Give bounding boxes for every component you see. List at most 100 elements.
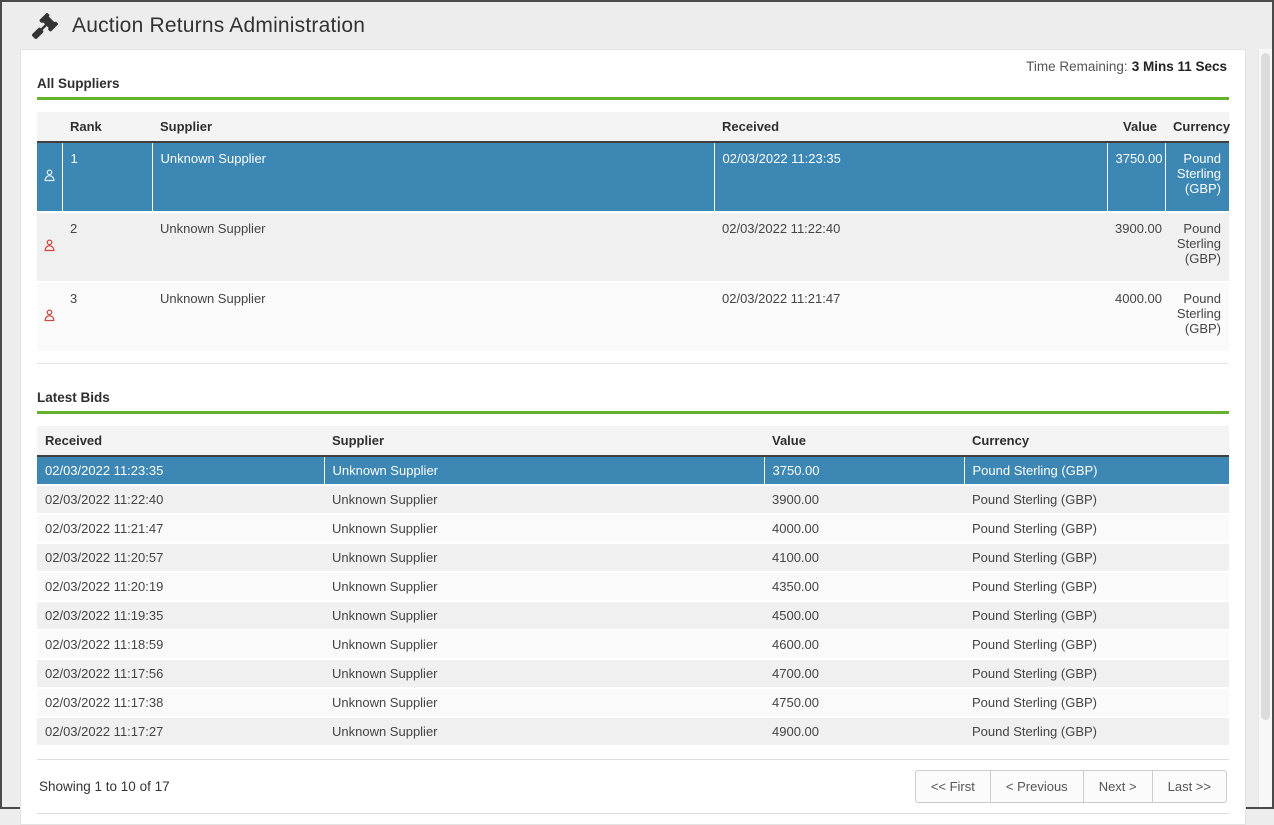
cell-value: 4000.00 <box>1107 282 1165 352</box>
cell-received: 02/03/2022 11:23:35 <box>714 142 1107 212</box>
cell-currency: Pound Sterling (GBP) <box>964 514 1229 543</box>
cell-received: 02/03/2022 11:17:56 <box>37 659 324 688</box>
table-row[interactable]: 02/03/2022 11:17:38 Unknown Supplier 475… <box>37 688 1229 717</box>
cell-received: 02/03/2022 11:20:19 <box>37 572 324 601</box>
cell-value: 3750.00 <box>1107 142 1165 212</box>
table-row[interactable]: 02/03/2022 11:21:47 Unknown Supplier 400… <box>37 514 1229 543</box>
cell-currency: Pound Sterling (GBP) <box>964 659 1229 688</box>
previous-page-button[interactable]: < Previous <box>990 770 1084 803</box>
cell-currency: Pound Sterling (GBP) <box>964 456 1229 485</box>
pagination: << First < Previous Next > Last >> <box>915 770 1227 803</box>
cell-supplier: Unknown Supplier <box>324 630 764 659</box>
last-page-button[interactable]: Last >> <box>1152 770 1227 803</box>
cell-supplier: Unknown Supplier <box>324 688 764 717</box>
cell-value: 3900.00 <box>1107 212 1165 282</box>
main-content: Time Remaining: 3 Mins 11 Secs All Suppl… <box>2 49 1272 825</box>
cell-supplier: Unknown Supplier <box>152 212 714 282</box>
cell-value: 4700.00 <box>764 659 964 688</box>
cell-currency: Pound Sterling (GBP) <box>1165 142 1229 212</box>
col-received: Received <box>714 112 1107 142</box>
cell-supplier: Unknown Supplier <box>152 142 714 212</box>
cell-currency: Pound Sterling (GBP) <box>964 572 1229 601</box>
user-icon <box>42 238 57 253</box>
col-rank: Rank <box>62 112 152 142</box>
cell-value: 4000.00 <box>764 514 964 543</box>
cell-supplier: Unknown Supplier <box>324 659 764 688</box>
cell-rank: 1 <box>62 142 152 212</box>
cell-value: 3750.00 <box>764 456 964 485</box>
cell-currency: Pound Sterling (GBP) <box>1165 212 1229 282</box>
user-icon <box>42 308 57 323</box>
cell-supplier: Unknown Supplier <box>152 282 714 352</box>
all-suppliers-header-row: Rank Supplier Received Value Currency <box>37 112 1229 142</box>
cell-received: 02/03/2022 11:21:47 <box>714 282 1107 352</box>
cell-supplier: Unknown Supplier <box>324 717 764 746</box>
table-row[interactable]: 02/03/2022 11:18:59 Unknown Supplier 460… <box>37 630 1229 659</box>
cell-received: 02/03/2022 11:20:57 <box>37 543 324 572</box>
col-currency: Currency <box>964 426 1229 456</box>
col-value: Value <box>1107 112 1165 142</box>
cell-value: 4500.00 <box>764 601 964 630</box>
cell-supplier: Unknown Supplier <box>324 456 764 485</box>
table-row[interactable]: 02/03/2022 11:17:27 Unknown Supplier 490… <box>37 717 1229 746</box>
gavel-icon <box>32 13 58 39</box>
first-page-button[interactable]: << First <box>915 770 991 803</box>
all-suppliers-table: Rank Supplier Received Value Currency 1 … <box>37 112 1229 353</box>
table-row[interactable]: 2 Unknown Supplier 02/03/2022 11:22:40 3… <box>37 212 1229 282</box>
time-remaining-label: Time Remaining: <box>1026 59 1128 74</box>
table-row[interactable]: 02/03/2022 11:17:56 Unknown Supplier 470… <box>37 659 1229 688</box>
cell-currency: Pound Sterling (GBP) <box>964 485 1229 514</box>
showing-count-text: Showing 1 to 10 of 17 <box>39 779 170 794</box>
cell-currency: Pound Sterling (GBP) <box>964 717 1229 746</box>
cell-rank: 3 <box>62 282 152 352</box>
scrollbar-thumb[interactable] <box>1261 53 1270 720</box>
table-footer: Showing 1 to 10 of 17 << First < Previou… <box>37 759 1229 814</box>
table-row[interactable]: 02/03/2022 11:23:35 Unknown Supplier 375… <box>37 456 1229 485</box>
supplier-icon-cell <box>37 212 62 282</box>
auction-admin-page: { "page": { "title": "Auction Returns Ad… <box>0 0 1274 809</box>
cell-value: 3900.00 <box>764 485 964 514</box>
col-currency: Currency <box>1165 112 1229 142</box>
cell-supplier: Unknown Supplier <box>324 572 764 601</box>
col-supplier: Supplier <box>152 112 714 142</box>
cell-value: 4750.00 <box>764 688 964 717</box>
app-header: Auction Returns Administration <box>2 2 1272 49</box>
cell-currency: Pound Sterling (GBP) <box>964 630 1229 659</box>
cell-received: 02/03/2022 11:23:35 <box>37 456 324 485</box>
cell-received: 02/03/2022 11:21:47 <box>37 514 324 543</box>
table-row[interactable]: 02/03/2022 11:20:19 Unknown Supplier 435… <box>37 572 1229 601</box>
supplier-icon-cell <box>37 142 62 212</box>
table-row[interactable]: 02/03/2022 11:20:57 Unknown Supplier 410… <box>37 543 1229 572</box>
cell-value: 4600.00 <box>764 630 964 659</box>
cell-rank: 2 <box>62 212 152 282</box>
latest-bids-table: Received Supplier Value Currency 02/03/2… <box>37 426 1229 747</box>
time-remaining: Time Remaining: 3 Mins 11 Secs <box>37 56 1229 74</box>
scrollbar-track[interactable] <box>1258 49 1272 807</box>
cell-value: 4350.00 <box>764 572 964 601</box>
user-icon <box>42 168 57 183</box>
cell-value: 4100.00 <box>764 543 964 572</box>
cell-received: 02/03/2022 11:17:38 <box>37 688 324 717</box>
cell-value: 4900.00 <box>764 717 964 746</box>
col-value: Value <box>764 426 964 456</box>
cell-currency: Pound Sterling (GBP) <box>964 688 1229 717</box>
page-title: Auction Returns Administration <box>72 14 365 38</box>
time-remaining-value: 3 Mins 11 Secs <box>1132 59 1227 74</box>
cell-received: 02/03/2022 11:17:27 <box>37 717 324 746</box>
icon-column-header <box>37 112 62 142</box>
table-row[interactable]: 3 Unknown Supplier 02/03/2022 11:21:47 4… <box>37 282 1229 352</box>
table-row[interactable]: 1 Unknown Supplier 02/03/2022 11:23:35 3… <box>37 142 1229 212</box>
col-supplier: Supplier <box>324 426 764 456</box>
cell-currency: Pound Sterling (GBP) <box>964 601 1229 630</box>
cell-received: 02/03/2022 11:19:35 <box>37 601 324 630</box>
main-panel: Time Remaining: 3 Mins 11 Secs All Suppl… <box>20 49 1246 825</box>
col-received: Received <box>37 426 324 456</box>
cell-supplier: Unknown Supplier <box>324 601 764 630</box>
table-row[interactable]: 02/03/2022 11:19:35 Unknown Supplier 450… <box>37 601 1229 630</box>
latest-bids-header-row: Received Supplier Value Currency <box>37 426 1229 456</box>
next-page-button[interactable]: Next > <box>1083 770 1153 803</box>
cell-supplier: Unknown Supplier <box>324 543 764 572</box>
supplier-icon-cell <box>37 282 62 352</box>
table-row[interactable]: 02/03/2022 11:22:40 Unknown Supplier 390… <box>37 485 1229 514</box>
latest-bids-heading: Latest Bids <box>37 380 1229 414</box>
